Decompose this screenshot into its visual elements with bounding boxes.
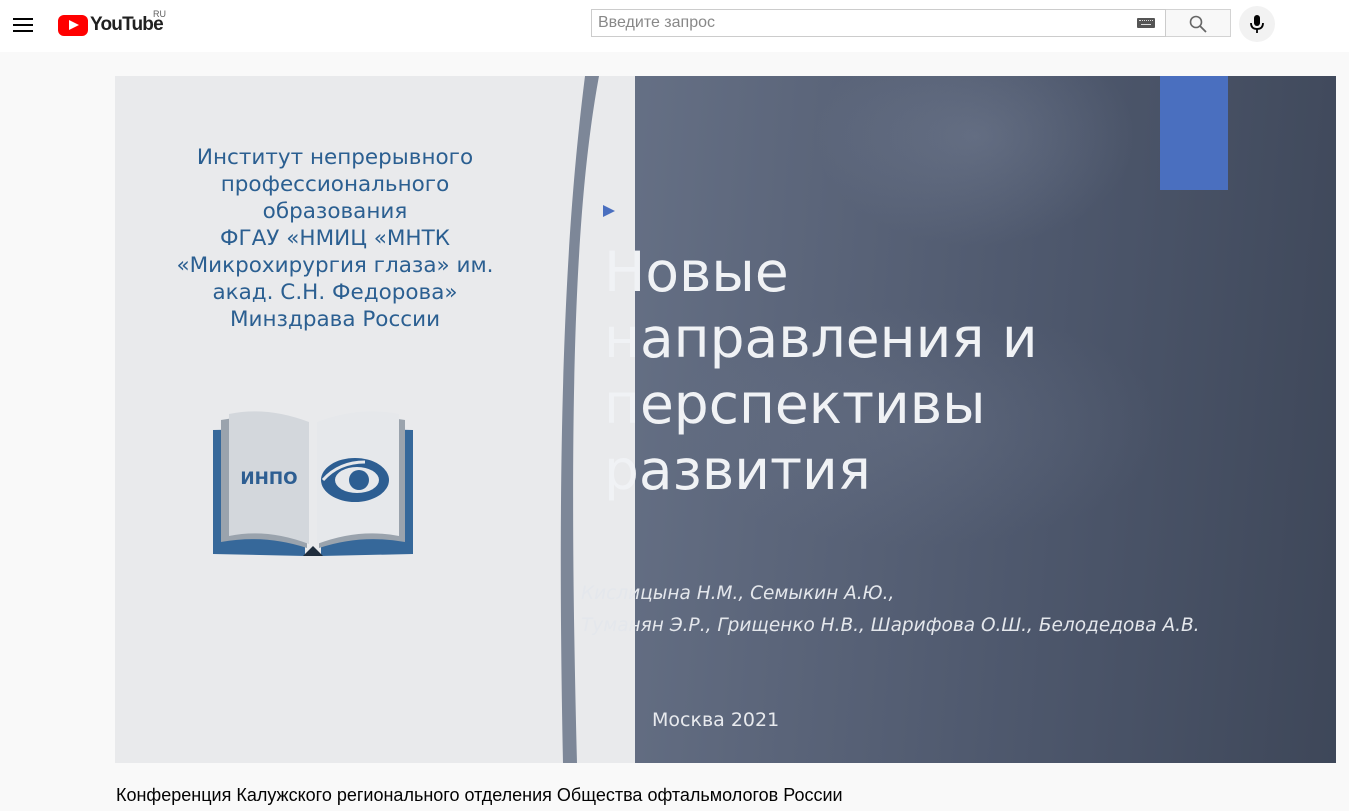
authors-line: Кислицына Н.М., Семыкин А.Ю., <box>581 583 895 604</box>
keyboard-icon[interactable] <box>1137 18 1155 28</box>
title-line: направления и <box>604 306 1038 370</box>
hamburger-menu-icon[interactable] <box>13 15 33 35</box>
search-box <box>591 9 1166 37</box>
inpo-label: ИНПО <box>240 469 297 489</box>
youtube-play-icon <box>58 14 88 36</box>
org-line: Минздрава России <box>229 307 441 332</box>
video-title: Конференция Калужского регионального отд… <box>116 785 843 805</box>
authors-line: Туманян Э.Р., Грищенко Н.В., Шарифова О.… <box>581 615 1200 636</box>
title-line: перспективы <box>604 372 986 436</box>
slide-city-year: Москва 2021 <box>652 709 780 731</box>
play-arrow-icon <box>603 205 615 217</box>
slide-organization-text: Институт непрерывного профессионального … <box>145 144 525 333</box>
slide-accent-tab <box>1160 76 1228 190</box>
logo-text: YouTube <box>90 14 164 35</box>
org-line: «Микрохирургия глаза» им. <box>176 253 494 278</box>
search-button[interactable] <box>1166 9 1231 37</box>
country-code: RU <box>153 9 166 19</box>
inpo-book-logo: ИНПО <box>213 411 413 556</box>
org-line: профессионального <box>220 172 450 197</box>
masthead: YouTube RU <box>0 0 1349 52</box>
org-line: Институт непрерывного <box>196 145 474 170</box>
title-line: Новые <box>604 240 789 304</box>
org-line: ФГАУ «НМИЦ «МНТК <box>219 226 450 251</box>
search-input[interactable] <box>592 10 1128 36</box>
search-icon <box>1189 15 1207 33</box>
slide-title: Новые направления и перспективы развития <box>604 239 1304 503</box>
org-line: образования <box>262 199 408 224</box>
voice-search-button[interactable] <box>1239 6 1275 42</box>
video-player[interactable]: Институт непрерывного профессионального … <box>115 76 1336 763</box>
youtube-logo[interactable]: YouTube <box>58 13 164 37</box>
slide-authors: Кислицына Н.М., Семыкин А.Ю., Туманян Э.… <box>581 578 1321 642</box>
org-line: акад. С.Н. Федорова» <box>212 280 458 305</box>
title-line: развития <box>604 438 871 502</box>
microphone-icon <box>1250 15 1264 33</box>
